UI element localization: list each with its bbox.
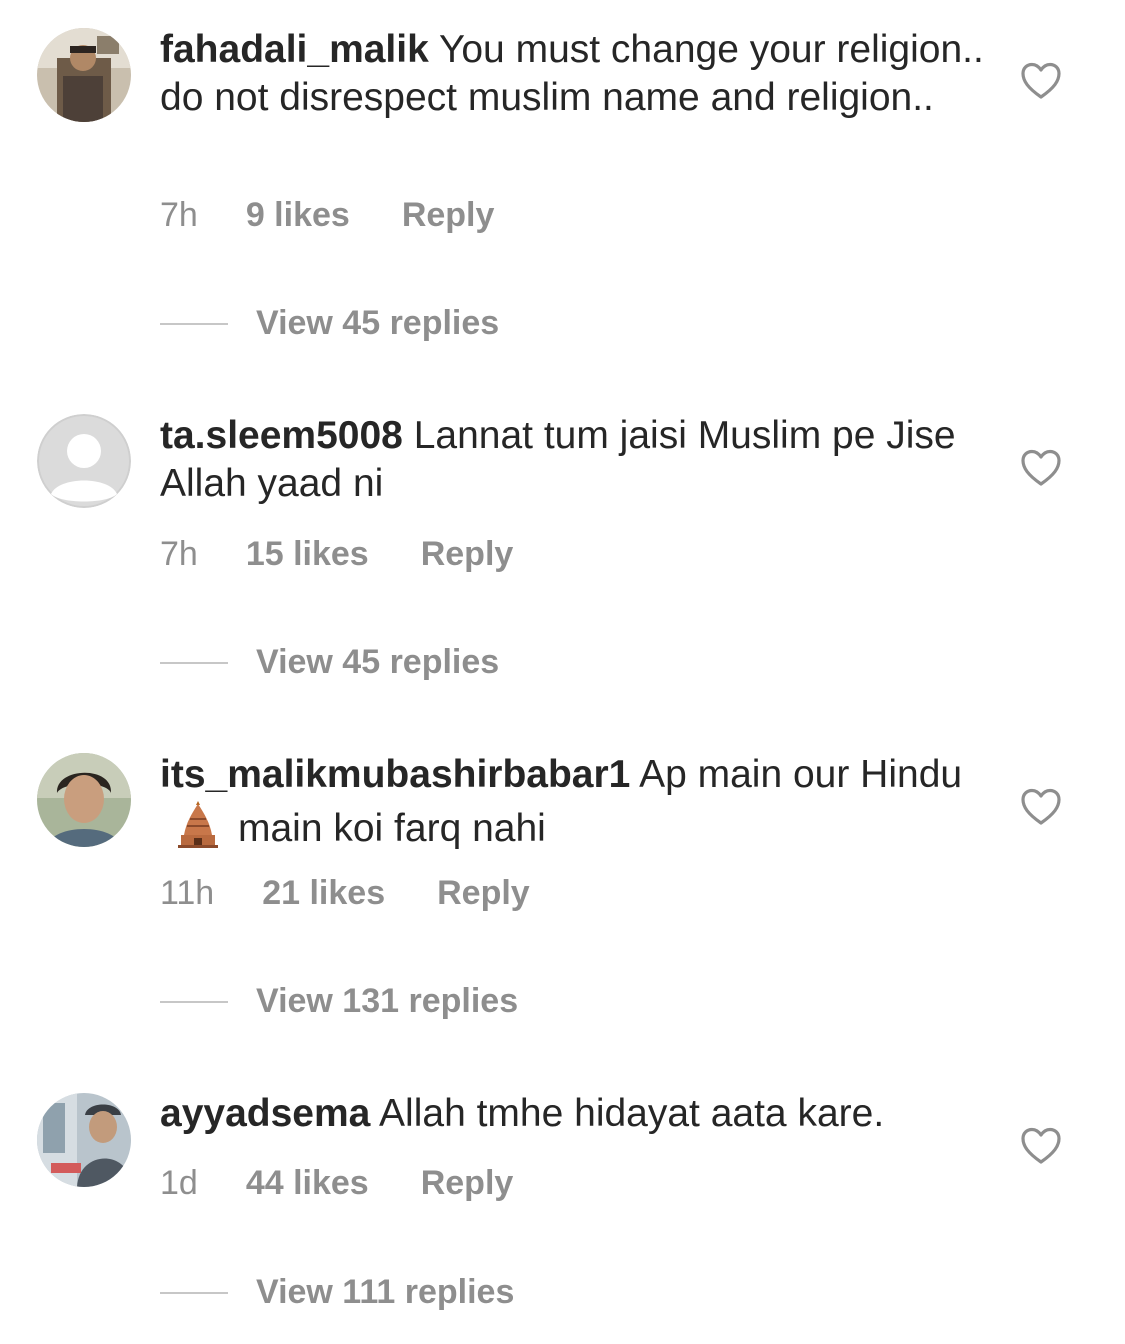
comment-time: 7h: [160, 535, 198, 573]
avatar[interactable]: [37, 28, 131, 122]
comment-text: fahadali_malik You must change your reli…: [160, 26, 990, 122]
avatar[interactable]: [37, 1093, 131, 1187]
view-replies-label: View 45 replies: [256, 304, 500, 342]
avatar-photo: [37, 1093, 131, 1187]
replies-divider: [160, 322, 228, 325]
default-avatar-icon: [37, 414, 131, 508]
comment-likes[interactable]: 44 likes: [246, 1164, 369, 1203]
view-replies-label: View 131 replies: [256, 982, 519, 1020]
view-replies-button[interactable]: View 45 replies: [160, 643, 499, 683]
reply-button[interactable]: Reply: [421, 535, 514, 574]
comment-meta: 7h 15 likes Reply: [160, 535, 513, 574]
avatar-photo: [37, 753, 131, 847]
comment-meta: 1d 44 likes Reply: [160, 1164, 513, 1203]
comment-username[interactable]: its_malikmubashirbabar1: [160, 753, 630, 796]
comment-username[interactable]: ta.sleem5008: [160, 414, 403, 457]
replies-divider: [160, 661, 228, 664]
hindu-temple-icon: [178, 801, 218, 848]
view-replies-button[interactable]: View 111 replies: [160, 1273, 514, 1313]
comment-username[interactable]: ayyadsema: [160, 1092, 370, 1135]
view-replies-button[interactable]: View 45 replies: [160, 304, 499, 344]
comment-username[interactable]: fahadali_malik: [160, 28, 429, 71]
comment-time: 7h: [160, 196, 198, 234]
reply-button[interactable]: Reply: [437, 874, 530, 913]
view-replies-label: View 45 replies: [256, 643, 500, 681]
comment-likes[interactable]: 9 likes: [246, 196, 350, 235]
comment-time: 11h: [160, 874, 215, 912]
replies-divider: [160, 1000, 228, 1003]
comment-time: 1d: [160, 1164, 198, 1202]
comment-text: ta.sleem5008 Lannat tum jaisi Muslim pe …: [160, 412, 990, 508]
comment-likes[interactable]: 21 likes: [262, 874, 385, 913]
avatar-photo: [37, 28, 131, 122]
avatar[interactable]: [37, 414, 131, 508]
heart-outline-icon[interactable]: [1020, 787, 1062, 827]
replies-divider: [160, 1291, 228, 1294]
comment-text: ayyadsema Allah tmhe hidayat aata kare.: [160, 1090, 990, 1138]
heart-outline-icon[interactable]: [1020, 448, 1062, 488]
view-replies-button[interactable]: View 131 replies: [160, 982, 518, 1022]
view-replies-label: View 111 replies: [256, 1273, 515, 1311]
comment-likes[interactable]: 15 likes: [246, 535, 369, 574]
comment-text: its_malikmubashirbabar1 Ap main our Hind…: [160, 751, 990, 853]
reply-button[interactable]: Reply: [402, 196, 495, 235]
avatar[interactable]: [37, 753, 131, 847]
heart-outline-icon[interactable]: [1020, 1126, 1062, 1166]
comment-body-start: Ap main our Hindu: [639, 753, 963, 796]
comment-body: Allah tmhe hidayat aata kare.: [379, 1092, 885, 1135]
heart-outline-icon[interactable]: [1020, 61, 1062, 101]
comment-meta: 11h 21 likes Reply: [160, 874, 530, 913]
comment-body-end: main koi farq nahi: [238, 807, 546, 850]
comment-meta: 7h 9 likes Reply: [160, 196, 494, 235]
reply-button[interactable]: Reply: [421, 1164, 514, 1203]
